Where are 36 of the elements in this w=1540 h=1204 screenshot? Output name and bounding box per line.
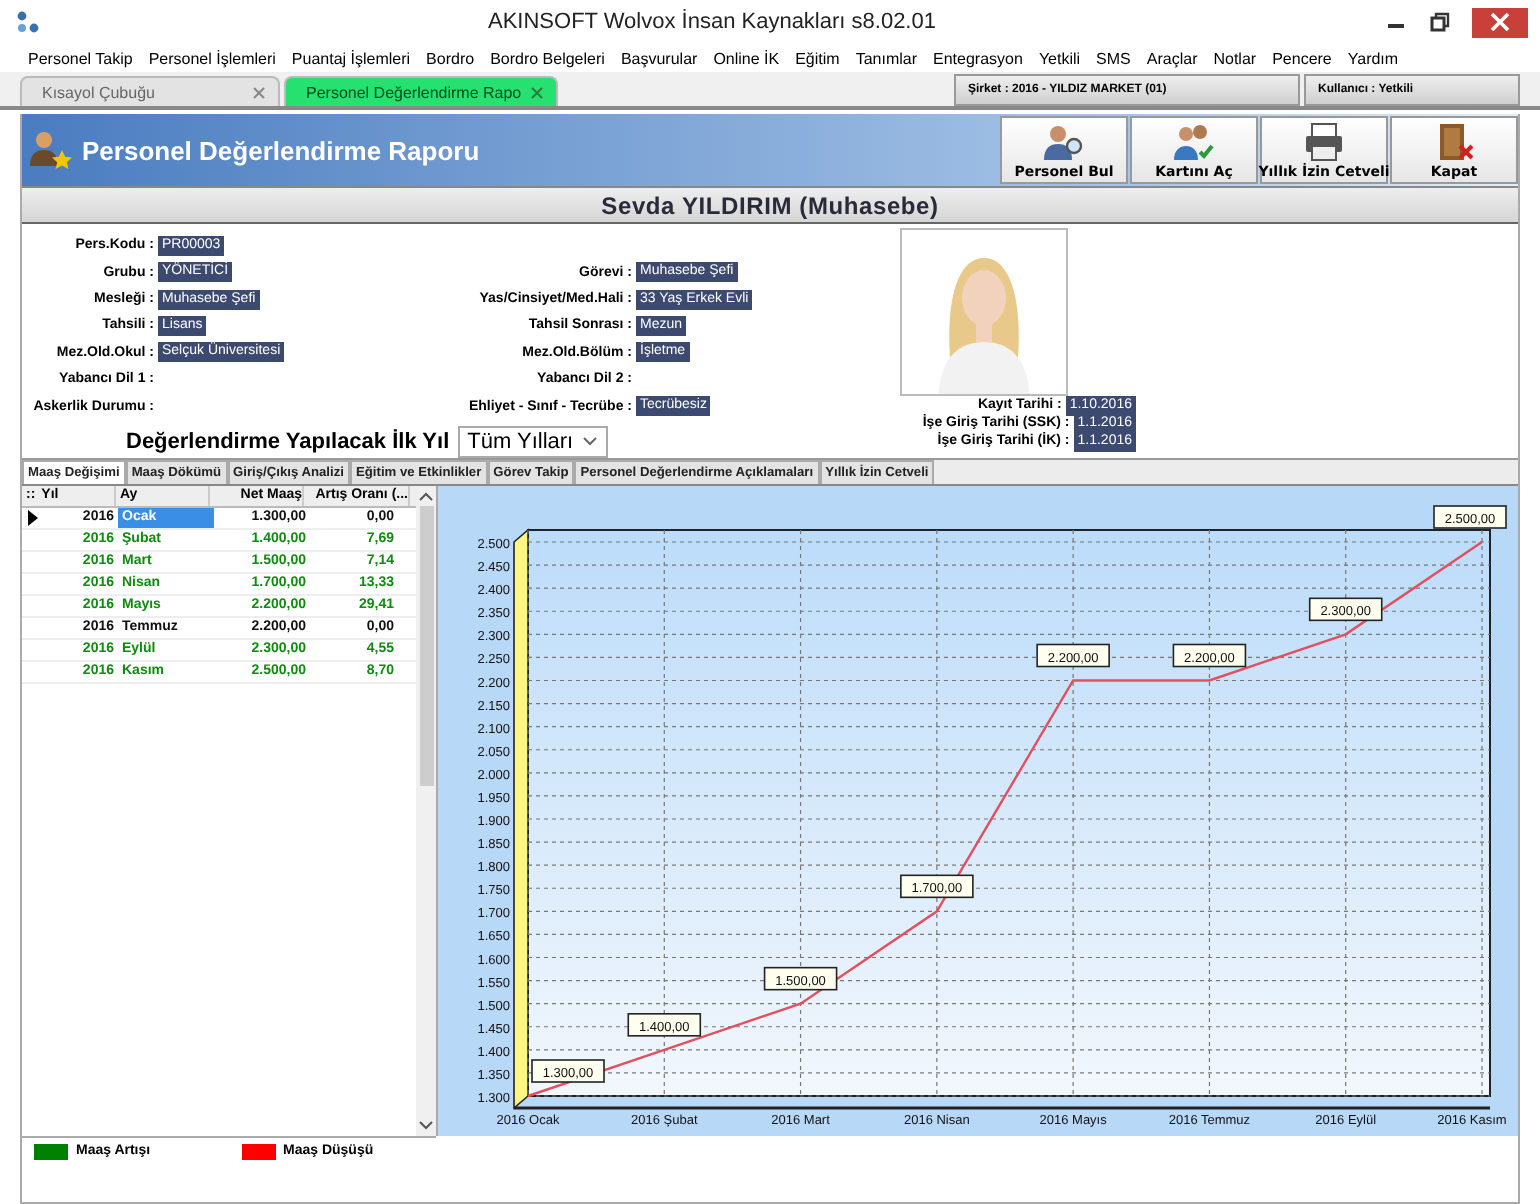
employee-name: Sevda YILDIRIM (Muhasebe) xyxy=(601,191,939,219)
menu-item[interactable]: Personel Takip xyxy=(28,49,133,67)
menu-item[interactable]: Bordro Belgeleri xyxy=(490,49,605,67)
person-star-icon xyxy=(26,126,74,174)
menu-item[interactable]: Puantaj İşlemleri xyxy=(291,49,411,67)
window-title: AKINSOFT Wolvox İnsan Kaynakları s8.02.01 xyxy=(486,10,938,34)
menu-item[interactable]: Pencere xyxy=(1272,49,1332,67)
person-search-icon xyxy=(1042,121,1086,161)
chevron-down-icon[interactable] xyxy=(581,435,598,448)
menu-item[interactable]: Yetkili xyxy=(1038,49,1081,67)
menu-item[interactable]: Notlar xyxy=(1213,49,1257,67)
start-year-label: Değerlendirme Yapılacak İlk Yıl xyxy=(126,429,450,454)
app-icon xyxy=(16,10,40,34)
scroll-down-icon[interactable] xyxy=(418,1120,434,1132)
document-tab[interactable]: Kısayol Çubuğu xyxy=(20,76,280,106)
close-icon[interactable] xyxy=(529,85,544,99)
menu-item[interactable]: Yardım xyxy=(1347,49,1399,67)
page-title: Personel Değerlendirme Raporu xyxy=(82,135,480,165)
scrollbar[interactable] xyxy=(416,486,436,1136)
close-icon[interactable] xyxy=(252,85,266,99)
restore-icon[interactable] xyxy=(1428,10,1452,34)
menu-item[interactable]: Eğitim xyxy=(795,49,840,67)
close-button[interactable] xyxy=(1472,7,1528,37)
menu-item[interactable]: Personel İşlemleri xyxy=(148,49,276,67)
menu-item[interactable]: Araçlar xyxy=(1146,49,1198,67)
year-dropdown[interactable]: Tüm Yılları xyxy=(457,425,608,458)
menu-item[interactable]: Entegrasyon xyxy=(933,49,1023,67)
printer-icon xyxy=(1302,121,1346,161)
menu-item[interactable]: Başvurular xyxy=(620,49,698,67)
document-tab[interactable]: Personel Değerlendirme Rapo xyxy=(284,76,558,106)
menu-item[interactable]: Bordro xyxy=(426,49,475,67)
menu-item[interactable]: Online İK xyxy=(713,49,780,67)
scroll-up-icon[interactable] xyxy=(418,490,434,502)
menu-item[interactable]: Tanımlar xyxy=(855,49,918,67)
people-check-icon xyxy=(1172,121,1216,161)
menu-item[interactable]: SMS xyxy=(1096,49,1131,67)
